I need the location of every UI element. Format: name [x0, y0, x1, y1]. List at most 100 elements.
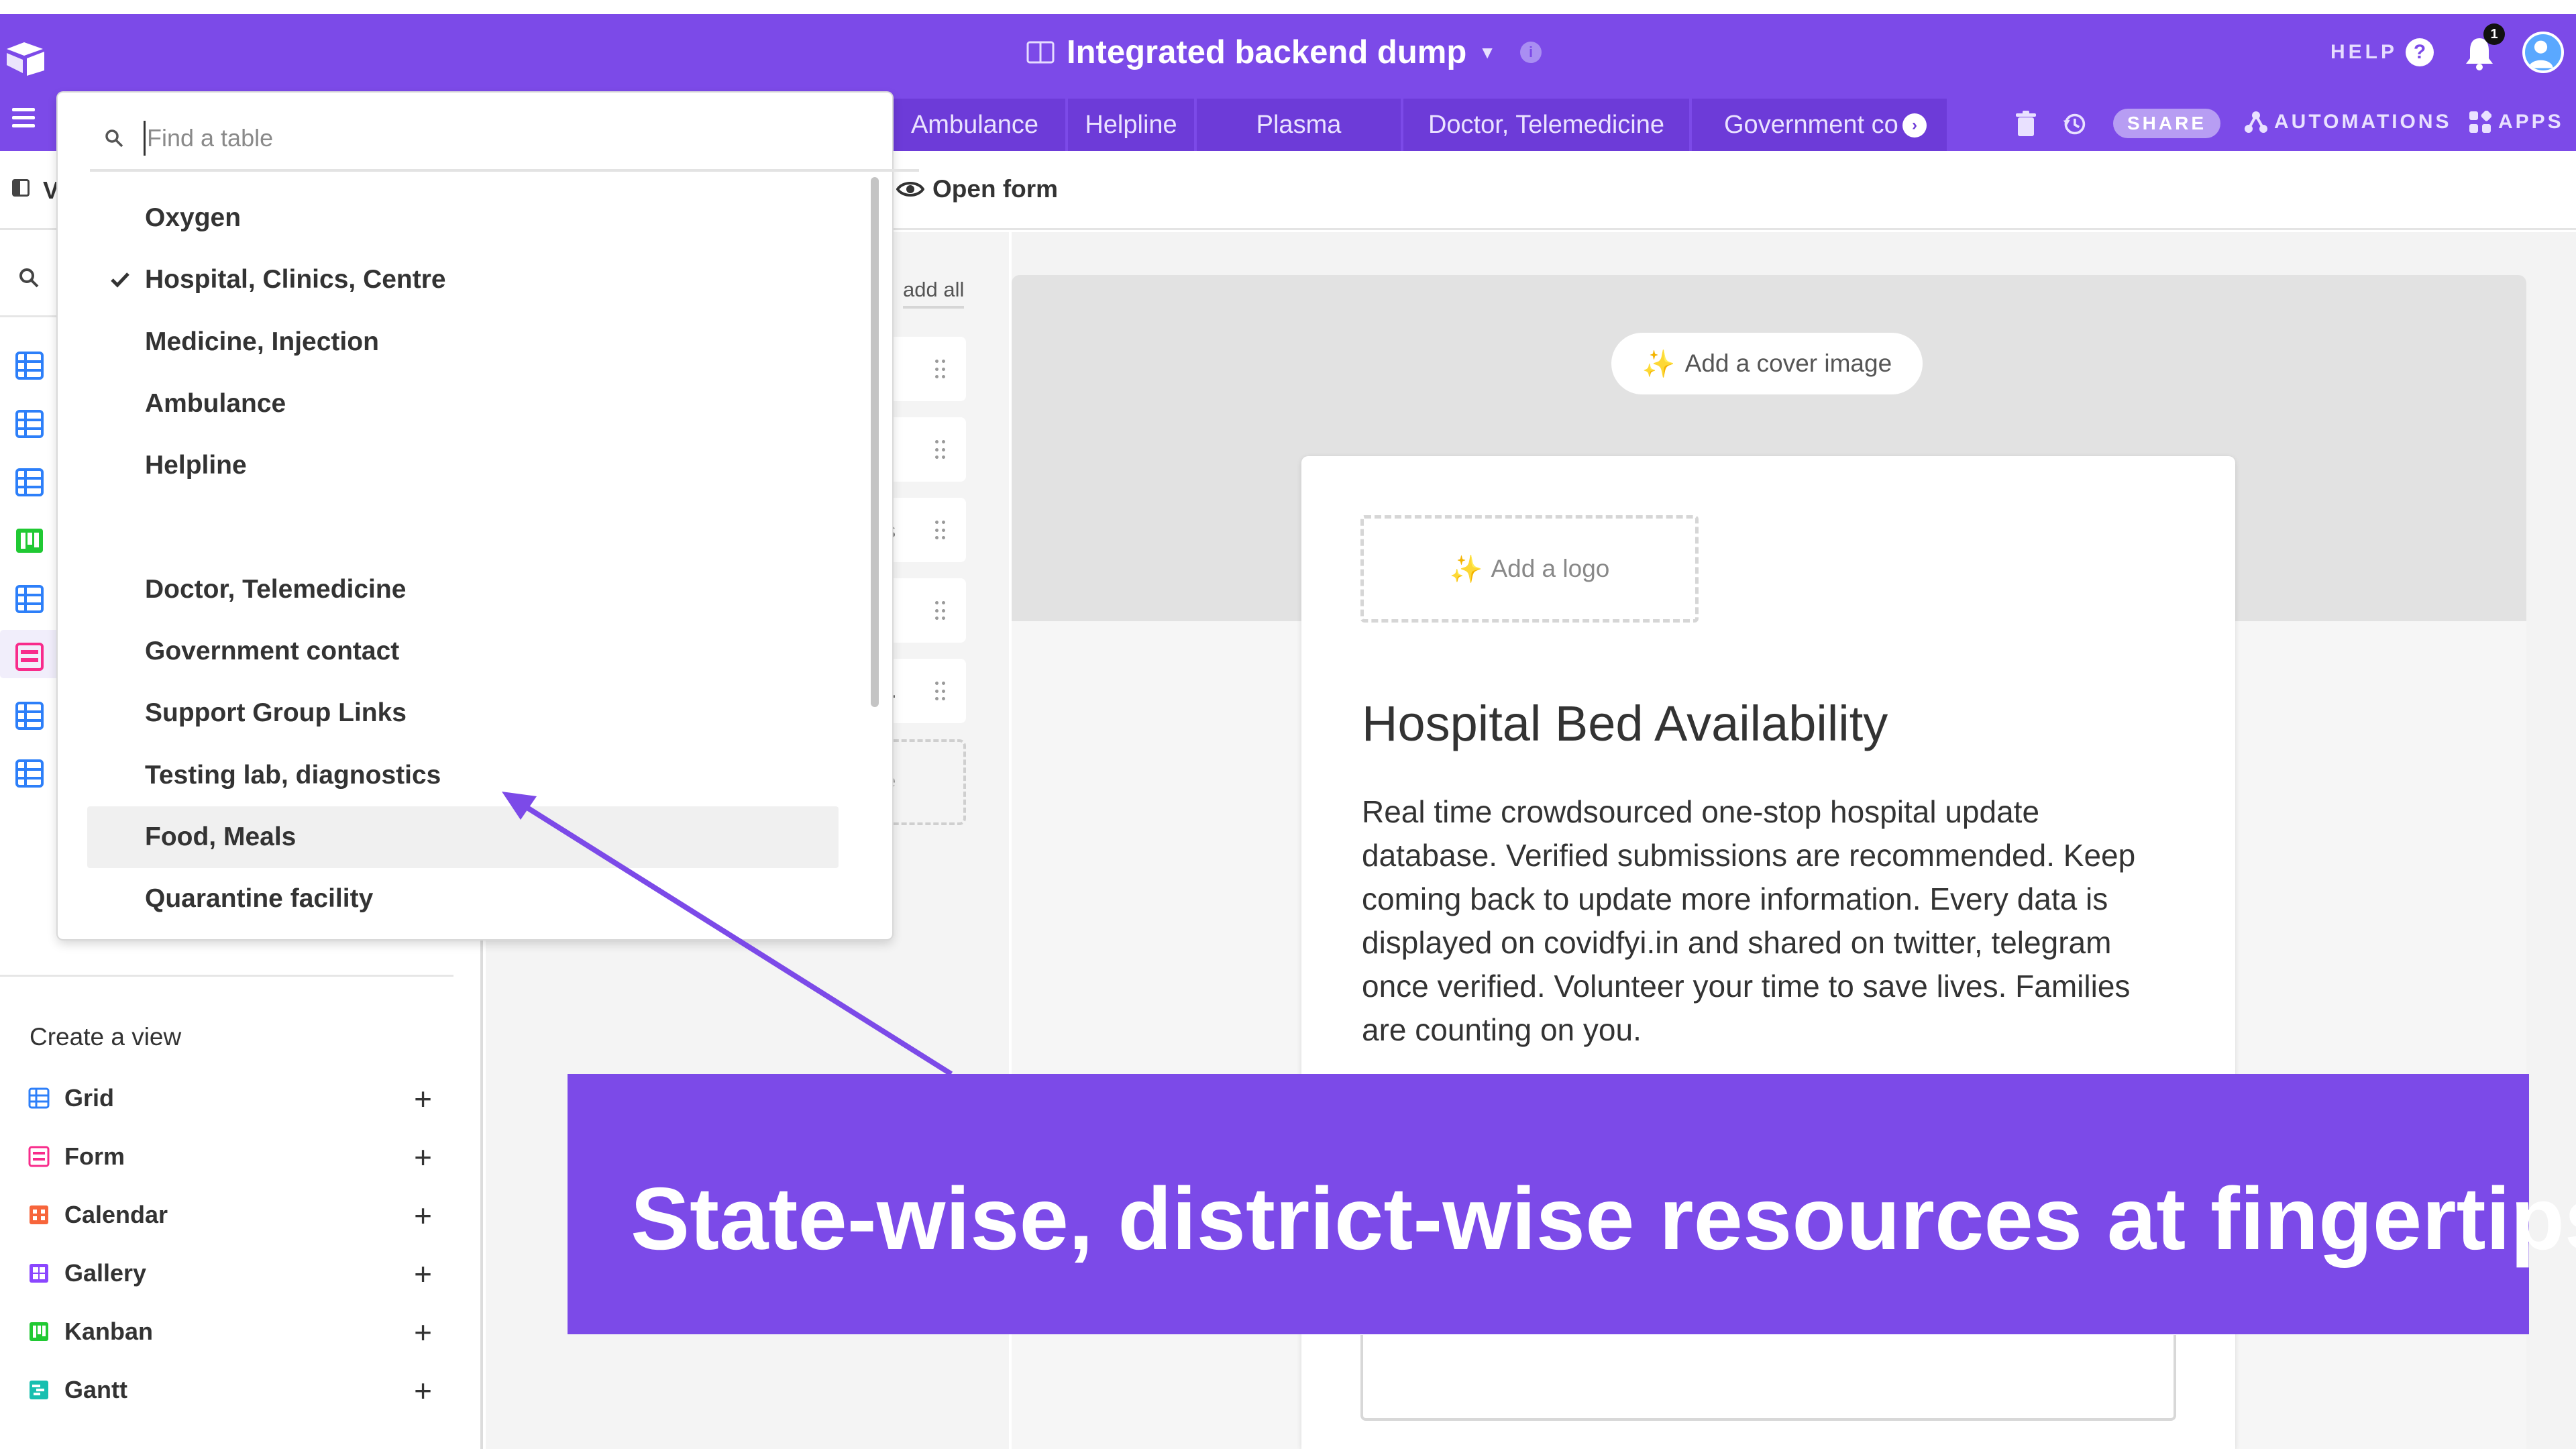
create-grid-view[interactable]: Grid + — [28, 1078, 444, 1118]
chevron-right-icon[interactable]: › — [1902, 113, 1927, 138]
view-name-label[interactable]: V — [43, 176, 59, 205]
plus-icon[interactable]: + — [414, 1373, 432, 1409]
search-icon[interactable] — [19, 268, 39, 288]
help-label[interactable]: HELP — [2330, 41, 2398, 64]
info-icon[interactable]: i — [1520, 42, 1542, 63]
add-logo-button[interactable]: ✨ Add a logo — [1360, 515, 1699, 623]
grid-icon[interactable] — [15, 584, 44, 614]
divider — [0, 975, 453, 977]
apps-icon — [2469, 111, 2491, 133]
create-view-label: Gantt — [64, 1376, 127, 1403]
title-row: Integrated backend dump ▼ i HELP ? 1 — [0, 14, 2576, 91]
share-button[interactable]: SHARE — [2113, 109, 2220, 138]
create-kanban-view[interactable]: Kanban + — [28, 1311, 444, 1352]
add-all-link[interactable]: add all — [903, 278, 965, 309]
grid-icon — [28, 1087, 50, 1109]
create-view-heading: Create a view — [30, 1023, 182, 1051]
divider — [90, 169, 919, 172]
form-title[interactable]: Hospital Bed Availability — [1362, 695, 1888, 752]
grid-icon[interactable] — [15, 468, 44, 497]
automations-button[interactable]: AUTOMATIONS — [2245, 111, 2452, 133]
history-icon[interactable] — [2062, 111, 2086, 138]
add-cover-image-button[interactable]: ✨ Add a cover image — [1611, 333, 1923, 394]
sidebar-toggle-icon[interactable] — [12, 179, 30, 197]
create-view-label: Calendar — [64, 1201, 168, 1228]
trash-icon[interactable] — [2014, 111, 2038, 138]
grid-icon[interactable] — [15, 351, 44, 380]
drag-handle-icon[interactable] — [935, 682, 946, 702]
table-option[interactable]: Medicine, Injection — [87, 311, 839, 373]
tab-ambulance[interactable]: Ambulance — [884, 99, 1065, 151]
table-option[interactable]: Testing lab, diagnostics — [87, 745, 839, 806]
plus-icon[interactable]: + — [414, 1197, 432, 1234]
chevron-down-icon[interactable]: ▼ — [1479, 42, 1496, 63]
form-icon[interactable] — [15, 642, 44, 672]
kanban-icon — [30, 1322, 48, 1341]
create-view-label: Kanban — [64, 1318, 154, 1345]
table-option-label: Hospital, Clinics, Centre — [145, 265, 446, 294]
find-table-dropdown: Oxygen Hospital, Clinics, Centre Medicin… — [58, 93, 919, 939]
table-option[interactable]: Quarantine facility — [87, 868, 839, 930]
table-option[interactable]: Oxygen — [87, 187, 839, 249]
drag-handle-icon[interactable] — [935, 601, 946, 621]
find-table-input[interactable] — [144, 121, 828, 156]
table-option-hovered[interactable]: Food, Meals — [87, 806, 839, 868]
eye-icon — [896, 182, 924, 197]
grid-icon[interactable] — [15, 759, 44, 788]
table-option-selected[interactable]: Hospital, Clinics, Centre — [87, 249, 839, 311]
airtable-logo-icon[interactable] — [4, 40, 47, 77]
tab-helpline[interactable]: Helpline — [1068, 99, 1194, 151]
grid-icon[interactable] — [15, 701, 44, 731]
drag-handle-icon[interactable] — [935, 440, 946, 460]
apps-button[interactable]: APPS — [2469, 111, 2564, 133]
table-option[interactable]: Doctor, Telemedicine — [87, 559, 839, 621]
create-calendar-view[interactable]: Calendar + — [28, 1195, 444, 1235]
create-view-label: Grid — [64, 1084, 115, 1112]
gantt-icon — [30, 1381, 48, 1399]
form-description[interactable]: Real time crowdsourced one-stop hospital… — [1362, 790, 2174, 1052]
gallery-icon — [30, 1264, 48, 1283]
book-icon — [1026, 41, 1055, 64]
plus-icon[interactable]: + — [414, 1139, 432, 1175]
create-gallery-view[interactable]: Gallery + — [28, 1253, 444, 1293]
tab-plasma[interactable]: Plasma — [1197, 99, 1401, 151]
grid-icon[interactable] — [15, 409, 44, 439]
kanban-icon[interactable] — [15, 526, 44, 555]
plus-icon[interactable]: + — [414, 1314, 432, 1350]
help-icon[interactable]: ? — [2406, 38, 2434, 66]
avatar[interactable] — [2522, 32, 2564, 73]
table-option[interactable]: Ambulance — [87, 373, 839, 435]
open-form-button[interactable]: Open form — [896, 175, 1058, 203]
create-form-view[interactable]: Form + — [28, 1136, 444, 1177]
search-icon — [105, 129, 123, 148]
base-title[interactable]: Integrated backend dump — [1067, 34, 1466, 71]
form-field-box[interactable] — [1360, 1335, 2176, 1421]
create-gantt-view[interactable]: Gantt + — [28, 1370, 444, 1410]
form-icon — [28, 1146, 50, 1167]
plus-icon[interactable]: + — [414, 1081, 432, 1117]
table-option[interactable]: Support Group Links — [87, 682, 839, 744]
sparkle-icon: ✨ — [1642, 349, 1676, 379]
drag-handle-icon[interactable] — [935, 360, 946, 380]
menu-icon[interactable] — [12, 108, 35, 128]
table-option[interactable]: Government contact — [87, 621, 839, 682]
add-logo-label: Add a logo — [1491, 555, 1610, 582]
sparkle-icon: ✨ — [1449, 554, 1483, 584]
user-icon — [2528, 40, 2553, 68]
tab-doctor-telemedicine[interactable]: Doctor, Telemedicine — [1403, 99, 1689, 151]
automations-label: AUTOMATIONS — [2274, 111, 2452, 133]
apps-label: APPS — [2498, 111, 2564, 133]
table-option-blank[interactable] — [87, 496, 839, 558]
banner-text: State-wise, district-wise resources at f… — [631, 1169, 2576, 1268]
open-form-label: Open form — [932, 175, 1059, 203]
automations-icon — [2245, 111, 2267, 133]
scrollbar[interactable] — [871, 177, 879, 707]
create-view-label: Form — [64, 1142, 125, 1170]
table-option[interactable]: Helpline — [87, 435, 839, 496]
base-title-group[interactable]: Integrated backend dump ▼ i — [1026, 32, 1542, 73]
create-view-label: Gallery — [64, 1259, 147, 1287]
promo-banner: State-wise, district-wise resources at f… — [568, 1074, 2576, 1334]
drag-handle-icon[interactable] — [935, 521, 946, 541]
calendar-icon — [30, 1205, 48, 1224]
plus-icon[interactable]: + — [414, 1256, 432, 1292]
